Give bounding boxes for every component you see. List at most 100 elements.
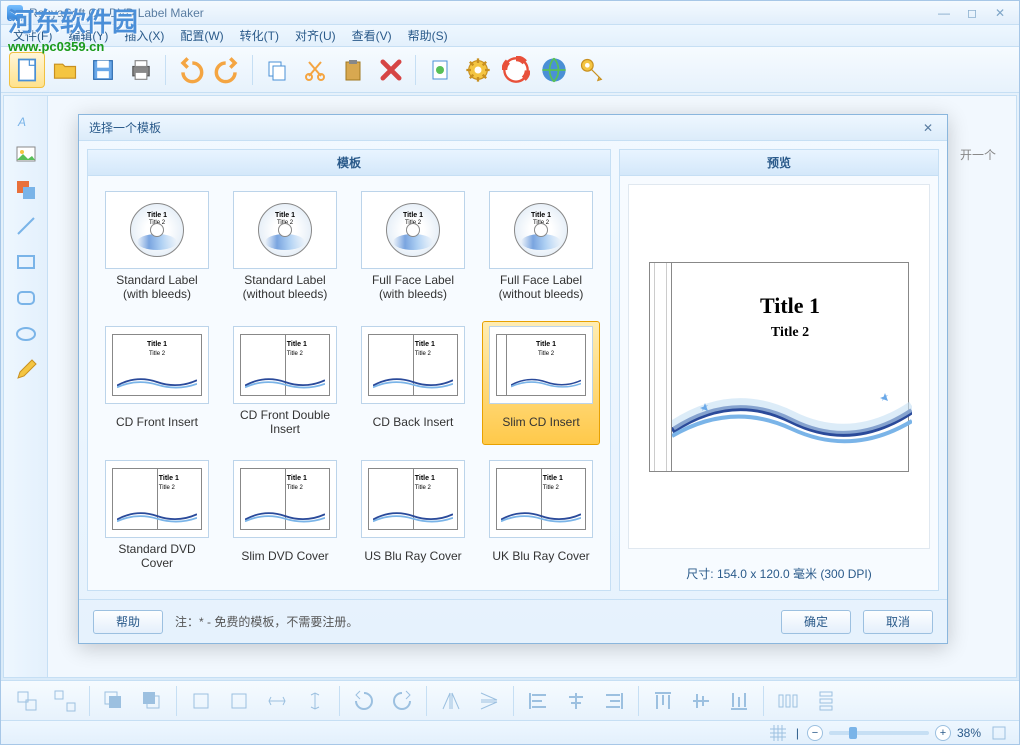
undo-button[interactable] — [172, 52, 208, 88]
toolbar-separator — [89, 686, 90, 716]
zoom-slider[interactable] — [829, 731, 929, 735]
preview-area: Title 1 Title 2 — [628, 184, 930, 549]
align-top-button[interactable] — [645, 683, 681, 719]
align-center-button[interactable] — [558, 683, 594, 719]
template-item[interactable]: Title 1Title 2 Standard Label (with bleed… — [98, 186, 216, 311]
roundrect-tool[interactable] — [10, 282, 42, 314]
preview-panel: 预览 Title 1 Title 2 — [619, 149, 939, 591]
template-thumbnail: Title 1Title 2 — [489, 326, 593, 404]
image-tool[interactable] — [10, 138, 42, 170]
template-item[interactable]: Title 1Title 2 Slim DVD Cover — [226, 455, 344, 580]
statusbar: | − + 38% — [1, 720, 1019, 744]
align-left-button[interactable] — [520, 683, 556, 719]
fit-button[interactable] — [989, 723, 1009, 743]
template-item[interactable]: Title 1Title 2CD Back Insert — [354, 321, 472, 446]
menu-view[interactable]: 查看(V) — [344, 25, 400, 46]
web-button[interactable] — [536, 52, 572, 88]
send-back-button[interactable] — [134, 683, 170, 719]
distribute-v-button[interactable] — [808, 683, 844, 719]
template-item[interactable]: Title 1Title 2UK Blu Ray Cover — [482, 455, 600, 580]
menu-insert[interactable]: 插入(X) — [116, 25, 172, 46]
template-label: Slim DVD Cover — [241, 542, 328, 570]
template-item[interactable]: Title 1Title 2CD Front Insert — [98, 321, 216, 446]
maximize-button[interactable]: ◻ — [959, 5, 985, 21]
template-item[interactable]: Title 1Title 2US Blu Ray Cover — [354, 455, 472, 580]
open-button[interactable] — [47, 52, 83, 88]
register-button[interactable] — [574, 52, 610, 88]
line-tool[interactable] — [10, 210, 42, 242]
template-thumbnail: Title 1Title 2 — [489, 460, 593, 538]
grid-toggle-icon[interactable] — [768, 723, 788, 743]
template-grid: Title 1Title 2 Standard Label (with bleed… — [88, 176, 610, 590]
template-item[interactable]: Title 1Title 2Standard Label (without bl… — [226, 186, 344, 311]
template-thumbnail: Title 1Title 2 — [105, 460, 209, 538]
menu-help[interactable]: 帮助(S) — [400, 25, 456, 46]
copy-button[interactable] — [259, 52, 295, 88]
redo-button[interactable] — [210, 52, 246, 88]
menu-transform[interactable]: 转化(T) — [232, 25, 287, 46]
template-thumbnail: Title 1Title 2 — [361, 191, 465, 269]
template-item[interactable]: Title 1Title 2Standard DVD Cover — [98, 455, 216, 580]
rotate-left-button[interactable] — [346, 683, 382, 719]
menu-config[interactable]: 配置(W) — [172, 25, 231, 46]
delete-button[interactable] — [373, 52, 409, 88]
flip-v-button[interactable] — [471, 683, 507, 719]
close-button[interactable]: ✕ — [987, 5, 1013, 21]
hint-text: 开一个 — [960, 146, 996, 163]
toolbar-separator — [638, 686, 639, 716]
distribute-h-button[interactable] — [770, 683, 806, 719]
same-width-button[interactable] — [259, 683, 295, 719]
ungroup-button[interactable] — [47, 683, 83, 719]
template-item[interactable]: Title 1Title 2CD Front Double Insert — [226, 321, 344, 446]
align-right-button[interactable] — [596, 683, 632, 719]
cut-button[interactable] — [297, 52, 333, 88]
dialog-help-button[interactable]: 帮助 — [93, 610, 163, 634]
dimensions-text: 尺寸: 154.0 x 120.0 毫米 (300 DPI) — [620, 557, 938, 590]
template-label: CD Front Insert — [116, 408, 198, 436]
menu-edit[interactable]: 编辑(Y) — [60, 25, 116, 46]
template-thumbnail: Title 1Title 2 — [233, 460, 337, 538]
template-item[interactable]: Title 1Title 2 Slim CD Insert — [482, 321, 600, 446]
rect-tool[interactable] — [10, 246, 42, 278]
menu-align[interactable]: 对齐(U) — [287, 25, 344, 46]
zoom-control: − + 38% — [807, 725, 981, 741]
template-label: Full Face Label (with bleeds) — [359, 273, 467, 301]
template-item[interactable]: Title 1Title 2 Full Face Label (with blee… — [354, 186, 472, 311]
align-bottom-button[interactable] — [721, 683, 757, 719]
flip-h-button[interactable] — [433, 683, 469, 719]
svg-text:A: A — [17, 115, 26, 129]
pencil-tool[interactable] — [10, 354, 42, 386]
print-button[interactable] — [123, 52, 159, 88]
rotate-right-button[interactable] — [384, 683, 420, 719]
paste-button[interactable] — [335, 52, 371, 88]
ok-button[interactable]: 确定 — [781, 610, 851, 634]
side-toolbar: A — [4, 96, 48, 677]
minimize-button[interactable]: — — [931, 5, 957, 21]
cancel-button[interactable]: 取消 — [863, 610, 933, 634]
properties-button[interactable] — [422, 52, 458, 88]
save-button[interactable] — [85, 52, 121, 88]
text-tool[interactable]: A — [10, 102, 42, 134]
preview-header: 预览 — [620, 150, 938, 176]
backward-button[interactable] — [221, 683, 257, 719]
template-thumbnail: Title 1Title 2 — [105, 191, 209, 269]
align-toolbar — [1, 680, 1019, 720]
group-button[interactable] — [9, 683, 45, 719]
new-button[interactable] — [9, 52, 45, 88]
forward-button[interactable] — [183, 683, 219, 719]
template-label: Standard Label (with bleeds) — [103, 273, 211, 301]
dialog-close-button[interactable]: ✕ — [919, 119, 937, 137]
template-item[interactable]: Title 1Title 2Full Face Label (without b… — [482, 186, 600, 311]
zoom-in-button[interactable]: + — [935, 725, 951, 741]
help-button[interactable] — [498, 52, 534, 88]
ellipse-tool[interactable] — [10, 318, 42, 350]
shape-tool[interactable] — [10, 174, 42, 206]
zoom-out-button[interactable]: − — [807, 725, 823, 741]
menu-file[interactable]: 文件(F) — [5, 25, 60, 46]
settings-button[interactable] — [460, 52, 496, 88]
align-middle-button[interactable] — [683, 683, 719, 719]
same-height-button[interactable] — [297, 683, 333, 719]
toolbar-separator — [415, 55, 416, 85]
template-label: Slim CD Insert — [502, 408, 579, 436]
bring-front-button[interactable] — [96, 683, 132, 719]
